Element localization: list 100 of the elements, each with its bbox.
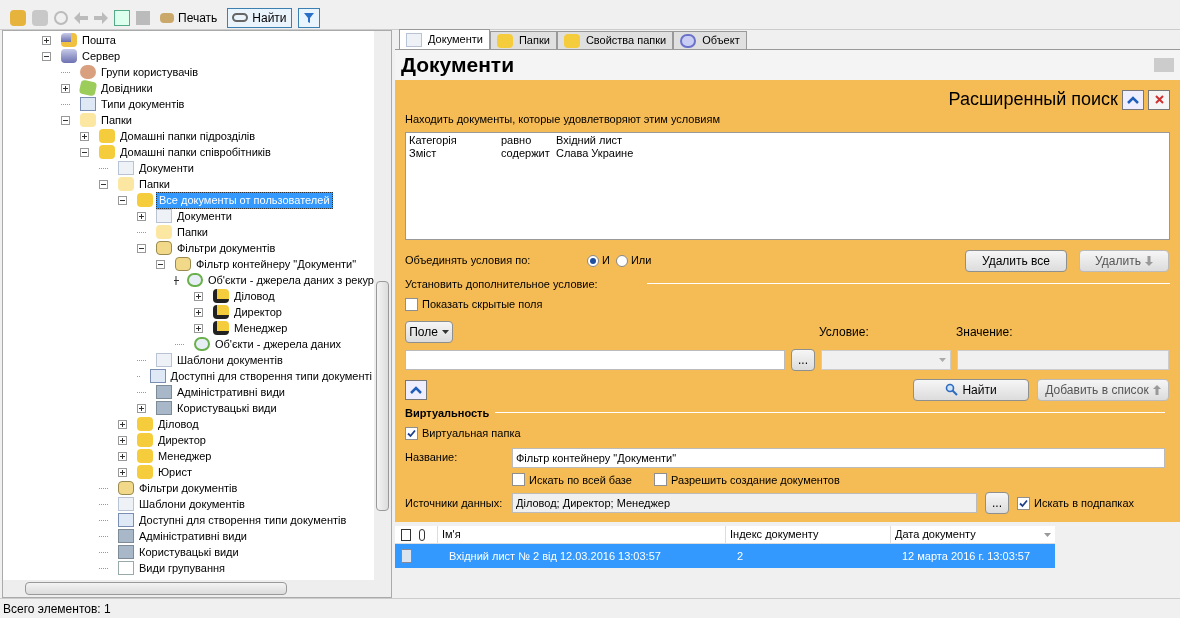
expand-toggle[interactable] (194, 307, 203, 317)
field-dropdown[interactable]: Поле (405, 320, 453, 343)
tree-item[interactable]: Адміністративні види (137, 528, 249, 544)
expand-toggle[interactable] (118, 435, 127, 445)
chevron-up-icon (410, 385, 422, 394)
browse-button[interactable]: ... (985, 492, 1009, 514)
tab[interactable]: Документи (399, 29, 490, 49)
tree-item[interactable]: Документи (137, 160, 196, 176)
expand-toggle[interactable] (42, 35, 51, 45)
document-column-icon[interactable] (401, 528, 411, 541)
checkbox[interactable] (405, 297, 418, 311)
checkbox[interactable] (512, 473, 525, 487)
checkbox[interactable] (653, 473, 667, 487)
database-icon (61, 49, 77, 63)
expand-toggle[interactable] (118, 451, 127, 461)
delete-all-button[interactable]: Удалить все (965, 249, 1067, 272)
tree-item[interactable]: Папки (137, 176, 172, 192)
tree-item[interactable]: Директор (156, 432, 208, 448)
collapse-toggle[interactable] (80, 147, 89, 157)
expand-toggle[interactable] (118, 467, 127, 477)
section-heading: Виртуальность (405, 405, 490, 421)
checkbox[interactable] (405, 426, 418, 440)
find-button[interactable]: Найти (913, 378, 1029, 401)
tree-item[interactable]: Фільтри документів (137, 480, 240, 496)
delete-button[interactable]: Удалить (1079, 249, 1169, 272)
tree-item[interactable]: Діловод (232, 288, 277, 304)
tree-item[interactable]: Шаблони документів (137, 496, 247, 512)
field-input[interactable] (405, 349, 785, 370)
tree-item[interactable]: Види групування (137, 560, 227, 576)
folder-icon (99, 145, 115, 159)
close-button[interactable] (1148, 89, 1170, 110)
expand-toggle[interactable] (194, 323, 203, 333)
horizontal-scrollbar[interactable] (3, 580, 391, 597)
tree-item[interactable]: Об'єкти - джерела даних з рекур (206, 272, 374, 288)
collapse-toggle[interactable] (137, 243, 146, 253)
collapse-button[interactable] (1122, 89, 1144, 110)
conditions-list[interactable]: Категорія равно Вхідний лист Зміст содержит Слава Украине (405, 131, 1170, 240)
tree-item[interactable]: Пошта (80, 32, 118, 48)
tree-item[interactable]: Директор (232, 304, 284, 320)
collapse-toggle[interactable] (156, 259, 165, 269)
expand-toggle[interactable] (194, 291, 203, 301)
tree-item[interactable]: Папки (175, 224, 210, 240)
radio-button[interactable] (615, 254, 628, 267)
collapse-toggle[interactable] (61, 115, 70, 125)
tab[interactable]: Папки (489, 31, 557, 49)
filter-icon (302, 11, 315, 24)
tree-item[interactable]: Домашні папки співробітників (118, 144, 273, 160)
expand-toggle[interactable] (80, 131, 89, 141)
expand-toggle[interactable] (61, 83, 70, 93)
tree-item[interactable]: Менеджер (156, 448, 214, 464)
radio-button[interactable] (587, 254, 599, 267)
print-button[interactable]: Печать (156, 8, 222, 27)
tree-item[interactable]: Сервер (80, 48, 123, 64)
document-icon (118, 161, 134, 175)
column-header[interactable]: Ім'я (437, 526, 725, 543)
expand-toggle[interactable] (137, 403, 146, 413)
folder-icon (156, 225, 172, 239)
filter-folder-icon (156, 241, 172, 255)
caret-icon (441, 329, 449, 334)
tree-item[interactable]: Фільтр контейнеру "Документи" (194, 256, 359, 272)
tree-item[interactable]: Менеджер (232, 320, 290, 336)
tree-item[interactable]: Діловод (156, 416, 201, 432)
tree-item[interactable]: Адміністративні види (175, 384, 287, 400)
tree-item[interactable]: Об'єкти - джерела даних (213, 336, 344, 352)
tree-item[interactable]: Довідники (99, 80, 155, 96)
collapse-toggle[interactable] (99, 179, 108, 189)
tree-item[interactable]: Папки (99, 112, 134, 128)
scrollbar-thumb[interactable] (25, 582, 287, 595)
collapse-toggle[interactable] (118, 195, 127, 205)
tree-item[interactable]: Групи користувачів (99, 64, 201, 80)
column-header[interactable]: Дата документу (890, 526, 1044, 543)
tree-item[interactable]: Фільтри документів (175, 240, 278, 256)
tree-item[interactable]: Доступні для створення типи документі (168, 368, 374, 384)
tree-item[interactable]: Домашні папки підрозділів (118, 128, 258, 144)
gear-icon (680, 33, 697, 48)
tree-item[interactable]: Шаблони документів (175, 352, 285, 368)
tree-item[interactable]: Документи (175, 208, 234, 224)
column-header[interactable]: Індекс документу (725, 526, 890, 543)
browse-button[interactable]: ... (791, 348, 815, 371)
tree-item[interactable]: Користувацькі види (175, 400, 279, 416)
name-input[interactable]: Фільтр контейнеру "Документи" (512, 447, 1165, 468)
expand-toggle[interactable] (118, 419, 127, 429)
tree-item[interactable]: Типи документів (99, 96, 187, 112)
collapse-button[interactable] (405, 379, 427, 400)
name-label: Название: (405, 450, 459, 466)
collapse-toggle[interactable] (42, 51, 51, 61)
filter-button[interactable] (297, 7, 320, 28)
tree-item[interactable]: Доступні для створення типи документів (137, 512, 349, 528)
tree-item[interactable]: Користувацькі види (137, 544, 241, 560)
caret-icon (1044, 532, 1051, 537)
tree-item[interactable]: Юрист (156, 464, 194, 480)
tab[interactable]: Свойства папки (556, 31, 674, 49)
checkbox[interactable] (1017, 496, 1030, 510)
scrollbar-thumb[interactable] (376, 281, 389, 511)
add-to-list-button[interactable]: Добавить в список (1037, 378, 1169, 401)
find-button[interactable]: Найти (227, 7, 292, 28)
clock-icon (194, 337, 210, 351)
sources-input[interactable]: Діловод; Директор; Менеджер (512, 493, 977, 513)
expand-toggle[interactable] (137, 211, 146, 221)
tab[interactable]: Объект (673, 31, 747, 49)
